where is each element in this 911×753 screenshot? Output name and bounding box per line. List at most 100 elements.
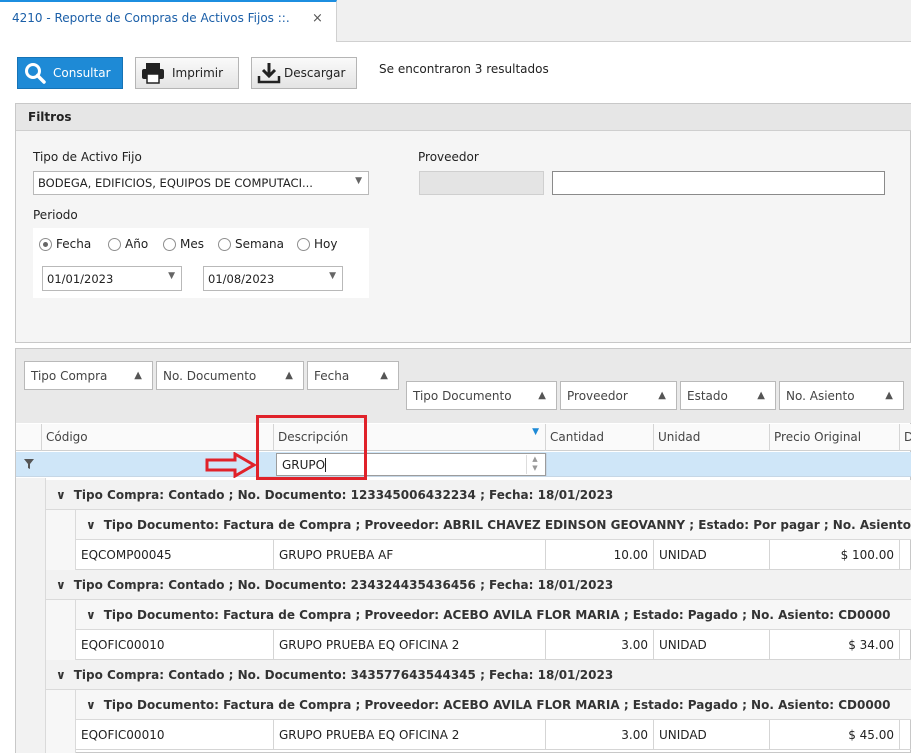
cell-unidad[interactable]: UNIDAD [654, 540, 770, 570]
descargar-button[interactable]: Descargar [251, 57, 357, 89]
date-to-select[interactable]: 01/08/2023 ▼ [203, 266, 343, 291]
subgroup-indent [46, 690, 76, 753]
cell-text: EQOFIC00010 [81, 727, 165, 742]
filters-header [16, 104, 911, 131]
cell-cantidad[interactable]: 10.00 [546, 540, 654, 570]
column-header-unidad[interactable]: Unidad [654, 424, 770, 451]
column-label: Código [46, 430, 88, 444]
date-from-value: 01/01/2023 [47, 271, 114, 286]
cell-d[interactable] [900, 540, 911, 570]
close-icon[interactable]: × [312, 11, 323, 26]
cell-codigo[interactable]: EQOFIC00010 [76, 630, 274, 660]
date-from-select[interactable]: 01/01/2023 ▼ [42, 266, 182, 291]
column-header-d[interactable]: D [900, 424, 911, 451]
group-chip-label: No. Documento [163, 368, 257, 383]
cell-descripcion[interactable]: GRUPO PRUEBA EQ OFICINA 2 [274, 720, 546, 750]
cell-descripcion[interactable]: GRUPO PRUEBA AF [274, 540, 546, 570]
cell-codigo[interactable]: EQOFIC00010 [76, 720, 274, 750]
radio-semana-label: Semana [235, 237, 285, 251]
cell-precio[interactable]: $ 100.00 [770, 540, 900, 570]
cell-text: 3.00 [621, 637, 648, 652]
subgroup-row[interactable]: ∨ Tipo Documento: Factura de Compra ; Pr… [76, 510, 911, 540]
chevron-down-icon[interactable]: ∨ [86, 608, 96, 622]
radio-semana[interactable]: Semana [218, 237, 284, 251]
chevron-down-icon: ▼ [168, 271, 175, 281]
radio-anio-label: Año [125, 237, 149, 251]
radio-anio-dot [108, 237, 121, 251]
proveedor-code-field [419, 171, 544, 195]
proveedor-name-field[interactable] [552, 171, 885, 195]
chevron-down-icon[interactable]: ∨ [56, 578, 66, 592]
radio-fecha-dot [39, 237, 52, 251]
consultar-button[interactable]: Consultar [17, 57, 123, 89]
subgroup-row[interactable]: ∨ Tipo Documento: Factura de Compra ; Pr… [76, 690, 911, 720]
radio-mes[interactable]: Mes [163, 237, 204, 251]
group-chip-tipo-compra[interactable]: Tipo Compra ▲ [24, 361, 153, 390]
radio-semana-dot [218, 237, 231, 251]
group-chip-estado[interactable]: Estado ▲ [680, 381, 776, 410]
radio-mes-label: Mes [180, 237, 204, 251]
subgroup-row[interactable]: ∨ Tipo Documento: Factura de Compra ; Pr… [76, 600, 911, 630]
group-chip-proveedor[interactable]: Proveedor ▲ [560, 381, 677, 410]
group-chip-label: Estado [687, 388, 728, 403]
sort-asc-icon: ▲ [885, 390, 893, 401]
tipo-activo-select[interactable]: BODEGA, EDIFICIOS, EQUIPOS DE COMPUTACI.… [33, 171, 369, 195]
group-chip-label: Proveedor [567, 388, 628, 403]
group-row[interactable]: ∨ Tipo Compra: Contado ; No. Documento: … [46, 570, 911, 600]
cell-text: UNIDAD [659, 547, 707, 562]
sort-asc-icon: ▲ [757, 390, 765, 401]
column-header-codigo[interactable]: Código [42, 424, 274, 451]
cell-descripcion[interactable]: GRUPO PRUEBA EQ OFICINA 2 [274, 630, 546, 660]
imprimir-button[interactable]: Imprimir [135, 57, 239, 89]
radio-hoy-label: Hoy [314, 237, 338, 251]
radio-anio[interactable]: Año [108, 237, 148, 251]
column-label: Precio Original [774, 430, 862, 444]
imprimir-label: Imprimir [172, 66, 224, 80]
chevron-down-icon[interactable]: ∨ [56, 668, 66, 682]
cell-unidad[interactable]: UNIDAD [654, 630, 770, 660]
cell-precio[interactable]: $ 45.00 [770, 720, 900, 750]
chevron-down-icon: ▼ [329, 271, 336, 281]
column-label: Cantidad [550, 430, 604, 444]
descargar-label: Descargar [284, 66, 346, 80]
column-header-cantidad[interactable]: Cantidad [546, 424, 654, 451]
column-header-precio-original[interactable]: Precio Original [770, 424, 900, 451]
group-row[interactable]: ∨ Tipo Compra: Contado ; No. Documento: … [46, 660, 911, 690]
group-chip-tipo-documento[interactable]: Tipo Documento ▲ [406, 381, 557, 410]
radio-mes-dot [163, 237, 176, 251]
chevron-down-icon[interactable]: ∨ [56, 488, 66, 502]
funnel-icon [24, 459, 34, 469]
group-chip-no-documento[interactable]: No. Documento ▲ [156, 361, 304, 390]
cell-text: $ 100.00 [840, 547, 894, 562]
cell-text: $ 45.00 [848, 727, 894, 742]
cell-text: 10.00 [613, 547, 648, 562]
cell-text: GRUPO PRUEBA AF [279, 547, 394, 562]
filter-row-rest [546, 453, 911, 476]
cell-cantidad[interactable]: 3.00 [546, 720, 654, 750]
cell-codigo[interactable]: EQCOMP00045 [76, 540, 274, 570]
proveedor-label: Proveedor [418, 150, 479, 164]
chevron-down-icon[interactable]: ∨ [86, 518, 96, 532]
radio-hoy[interactable]: Hoy [297, 237, 337, 251]
cell-text: GRUPO PRUEBA EQ OFICINA 2 [279, 727, 460, 742]
sort-asc-icon: ▲ [538, 390, 546, 401]
radio-fecha[interactable]: Fecha [39, 237, 91, 251]
cell-d[interactable] [900, 630, 911, 660]
column-label: D [904, 430, 911, 444]
filter-icon[interactable]: ▼ [532, 427, 539, 437]
cell-unidad[interactable]: UNIDAD [654, 720, 770, 750]
spin-icon[interactable]: ▲ ▼ [526, 455, 543, 474]
group-row[interactable]: ∨ Tipo Compra: Contado ; No. Documento: … [46, 480, 911, 510]
chevron-down-icon[interactable]: ∨ [86, 698, 96, 712]
cell-d[interactable] [900, 720, 911, 750]
periodo-label: Periodo [33, 208, 78, 222]
sort-asc-icon: ▲ [134, 370, 142, 381]
filters-title: Filtros [28, 110, 72, 124]
search-icon [25, 63, 46, 84]
cell-cantidad[interactable]: 3.00 [546, 630, 654, 660]
cell-text: GRUPO PRUEBA EQ OFICINA 2 [279, 637, 460, 652]
group-chip-no-asiento[interactable]: No. Asiento ▲ [779, 381, 904, 410]
group-chip-fecha[interactable]: Fecha ▲ [307, 361, 399, 390]
cell-precio[interactable]: $ 34.00 [770, 630, 900, 660]
subgroup-indent [46, 510, 76, 570]
